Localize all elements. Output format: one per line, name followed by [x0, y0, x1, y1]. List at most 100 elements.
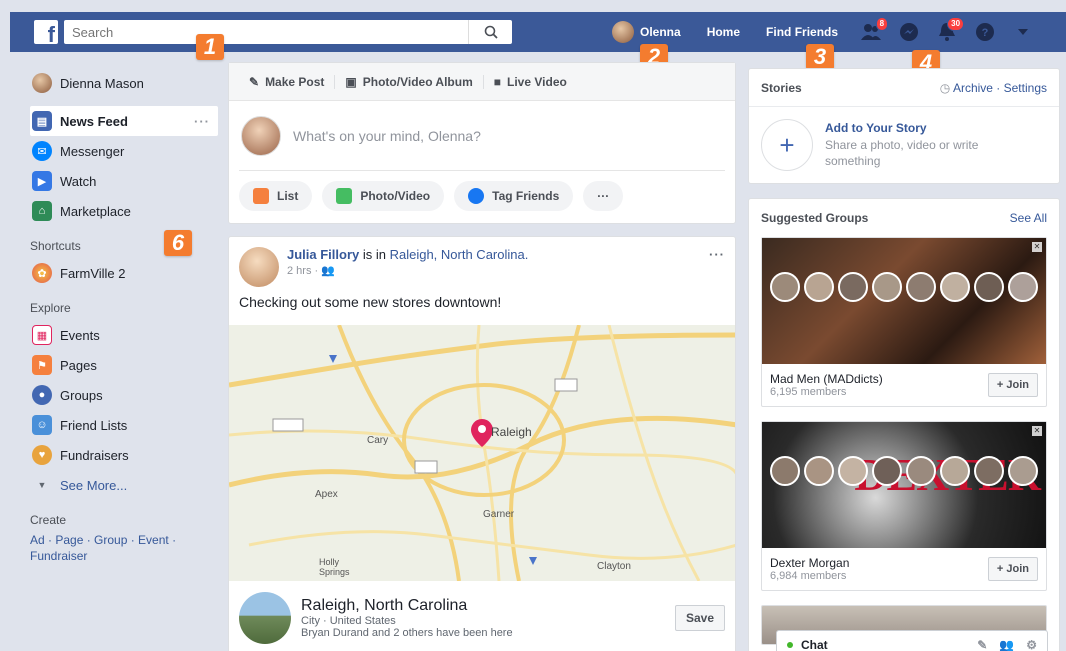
- button-label: Tag Friends: [492, 189, 560, 203]
- notifications-badge: 30: [947, 17, 965, 31]
- sidebar-item-label: Events: [60, 327, 100, 343]
- sidebar-item-label: Marketplace: [60, 203, 131, 219]
- add-story[interactable]: + Add to Your Story Share a photo, video…: [749, 107, 1059, 181]
- avatar: [940, 272, 970, 302]
- notifications-button[interactable]: 30: [936, 17, 965, 43]
- post-location[interactable]: Raleigh, North Carolina.: [390, 247, 529, 262]
- sidebar-item-messenger[interactable]: ✉ Messenger: [30, 136, 218, 166]
- sidebar-item-label: Fundraisers: [60, 447, 129, 463]
- archive-icon: ◷: [939, 80, 953, 95]
- sidebar-item-label: FarmVille 2: [60, 265, 126, 281]
- search-input[interactable]: [64, 24, 468, 40]
- tag-friends-button[interactable]: Tag Friends: [454, 181, 574, 211]
- map-label-clayton: Clayton: [597, 561, 631, 572]
- sidebar-item-label: Watch: [60, 173, 97, 189]
- news-feed-options-icon[interactable]: ···: [194, 114, 210, 129]
- photo-video-button[interactable]: Photo/Video: [322, 181, 445, 211]
- suggested-groups-panel: Suggested Groups See All ✕ Mad Men (MADd…: [748, 198, 1060, 651]
- button-label: ···: [597, 189, 610, 203]
- sidebar-item-groups[interactable]: ● Groups: [30, 380, 218, 410]
- post-time[interactable]: 2 hrs ·: [287, 265, 318, 277]
- video-camera-icon: ■: [493, 74, 502, 89]
- avatar[interactable]: [239, 247, 279, 287]
- chat-actions: ✎ 👥 ⚙: [977, 638, 1037, 651]
- sidebar-item-events[interactable]: ▦ Events: [30, 320, 218, 350]
- tab-label: Make Post: [265, 74, 325, 89]
- join-group-button[interactable]: + Join: [987, 557, 1038, 581]
- button-label: List: [277, 189, 299, 203]
- sidebar-item-marketplace[interactable]: ⌂ Marketplace: [30, 196, 218, 226]
- stories-links[interactable]: ◷ Archive · Settings: [940, 81, 1047, 95]
- close-icon[interactable]: ✕: [1032, 242, 1042, 252]
- sidebar-item-farmville[interactable]: ✿ FarmVille 2: [30, 258, 218, 288]
- button-label: Photo/Video: [360, 189, 431, 203]
- add-story-subtitle: Share a photo, video or write something: [825, 138, 979, 168]
- quick-help-button[interactable]: ?: [974, 21, 996, 43]
- group-name[interactable]: Dexter Morgan: [770, 556, 849, 570]
- composer-actions: List Photo/Video Tag Friends ···: [229, 171, 735, 221]
- messenger-button[interactable]: [898, 21, 920, 43]
- sidebar-item-label: Friend Lists: [60, 417, 128, 433]
- sidebar-item-pages[interactable]: ⚑ Pages: [30, 350, 218, 380]
- friend-requests-badge: 8: [875, 17, 889, 31]
- see-all-link[interactable]: See All: [1010, 211, 1047, 225]
- search-icon: [484, 25, 498, 39]
- post-map[interactable]: Raleigh Cary Apex Garner Clayton Holly S…: [229, 325, 735, 581]
- status-placeholder: What's on your mind, Olenna?: [293, 127, 481, 144]
- search-button[interactable]: [468, 20, 512, 44]
- messenger-icon: ✉: [32, 141, 52, 161]
- tab-live-video[interactable]: ■ Live Video: [484, 75, 577, 89]
- create-links[interactable]: Ad · Page · Group · Event · Fundraiser: [30, 532, 218, 564]
- place-title[interactable]: Raleigh, North Carolina: [301, 597, 513, 615]
- group-name[interactable]: Mad Men (MADdicts): [770, 372, 883, 386]
- friend-lists-icon: ☺: [32, 415, 52, 435]
- caret-down-icon: [1018, 29, 1029, 35]
- tab-label: Live Video: [507, 74, 567, 89]
- account-menu-button[interactable]: [1012, 21, 1034, 43]
- sidebar-item-fundraisers[interactable]: ♥ Fundraisers: [30, 440, 218, 470]
- friend-requests-button[interactable]: 8: [860, 17, 889, 43]
- close-icon[interactable]: ✕: [1032, 426, 1042, 436]
- post-author[interactable]: Julia Fillory: [287, 247, 359, 262]
- online-status-icon: [787, 642, 793, 648]
- avatar: [974, 456, 1004, 486]
- place-bar: Raleigh, North Carolina City · United St…: [229, 581, 735, 651]
- list-button[interactable]: List: [239, 181, 313, 211]
- chat-bar[interactable]: Chat ✎ 👥 ⚙: [776, 630, 1048, 651]
- sidebar-profile-link[interactable]: Dienna Mason: [30, 68, 218, 98]
- tab-make-post[interactable]: ✎ Make Post: [239, 74, 336, 89]
- nav-home-link[interactable]: Home: [707, 25, 740, 39]
- compose-icon[interactable]: ✎: [977, 638, 987, 651]
- nav-find-friends-link[interactable]: Find Friends: [766, 25, 838, 39]
- more-options-button[interactable]: ···: [583, 181, 624, 211]
- farmville-icon: ✿: [32, 263, 52, 283]
- map-label-apex: Apex: [315, 489, 338, 500]
- group-chat-icon[interactable]: 👥: [999, 638, 1014, 651]
- groups-icon: ●: [32, 385, 52, 405]
- sidebar-item-label: Groups: [60, 387, 103, 403]
- sidebar-item-news-feed[interactable]: ▤ News Feed ···: [30, 106, 218, 136]
- avatar: [906, 456, 936, 486]
- tab-photo-video-album[interactable]: ▣ Photo/Video Album: [335, 74, 484, 89]
- group-cover-image[interactable]: ✕ DEXTER: [762, 422, 1046, 548]
- avatar: [770, 272, 800, 302]
- post-header: Julia Fillory is in Raleigh, North Carol…: [229, 237, 735, 291]
- create-heading: Create: [30, 513, 67, 527]
- see-more-label: See More...: [60, 477, 128, 493]
- status-input[interactable]: What's on your mind, Olenna?: [239, 101, 725, 171]
- sidebar-item-label: News Feed: [60, 113, 128, 129]
- sidebar-item-friend-lists[interactable]: ☺ Friend Lists: [30, 410, 218, 440]
- city-thumbnail[interactable]: [239, 592, 291, 644]
- stories-header: Stories ◷ Archive · Settings: [749, 69, 1059, 107]
- facebook-logo-icon[interactable]: f: [34, 20, 58, 46]
- gear-icon[interactable]: ⚙: [1026, 638, 1037, 651]
- group-cover-image[interactable]: ✕: [762, 238, 1046, 364]
- avatar: [872, 456, 902, 486]
- join-group-button[interactable]: + Join: [987, 373, 1038, 397]
- nav-profile-link[interactable]: Olenna: [612, 21, 681, 43]
- post-options-icon[interactable]: ···: [709, 247, 725, 291]
- see-more-link[interactable]: ▼ See More...: [30, 470, 218, 500]
- save-button[interactable]: Save: [674, 605, 725, 631]
- map-label-garner: Garner: [483, 509, 515, 520]
- sidebar-item-watch[interactable]: ▶ Watch: [30, 166, 218, 196]
